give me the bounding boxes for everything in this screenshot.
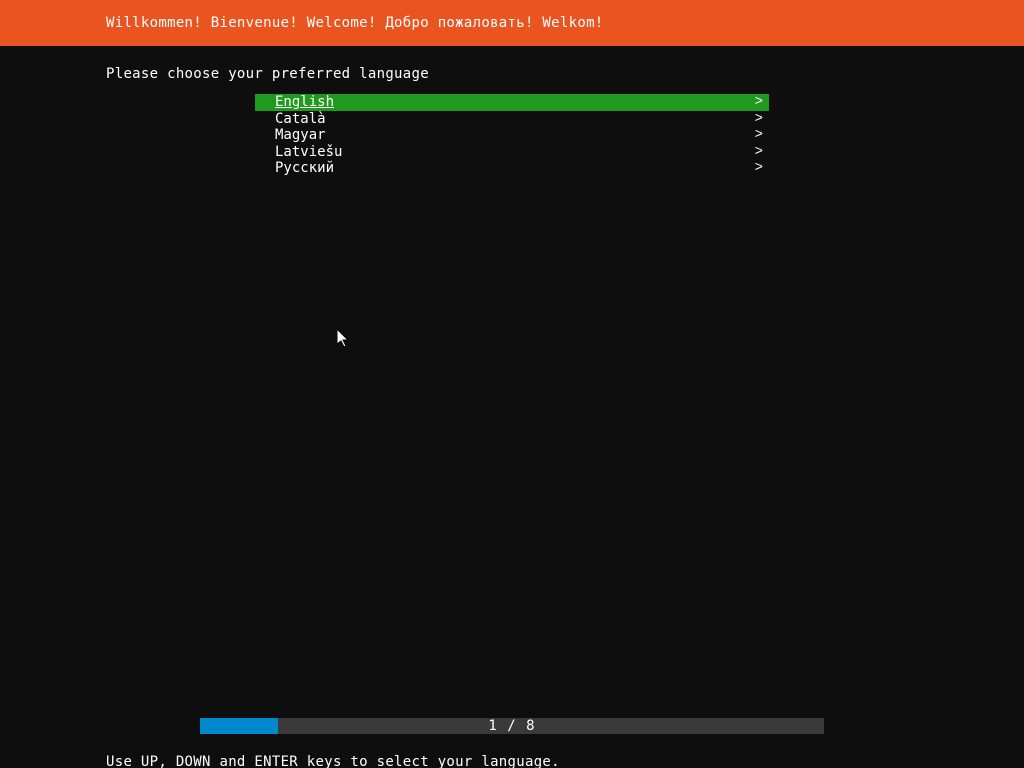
language-label: Latviešu — [275, 144, 342, 161]
chevron-right-icon: > — [755, 127, 763, 144]
language-label: Русский — [275, 160, 334, 177]
cursor-icon — [337, 329, 351, 349]
footer-hint: Use UP, DOWN and ENTER keys to select yo… — [106, 754, 560, 768]
language-item-english[interactable]: English > — [255, 94, 769, 111]
chevron-right-icon: > — [755, 144, 763, 161]
language-label: English — [275, 94, 334, 111]
chevron-right-icon: > — [755, 94, 763, 111]
language-item-catala[interactable]: Català > — [255, 111, 769, 128]
language-item-latviesu[interactable]: Latviešu > — [255, 144, 769, 161]
header-title: Willkommen! Bienvenue! Welcome! Добро по… — [106, 15, 604, 31]
chevron-right-icon: > — [755, 111, 763, 128]
progress-row: 1 / 8 — [0, 718, 1024, 734]
installer-screen: Willkommen! Bienvenue! Welcome! Добро по… — [0, 0, 1024, 768]
language-label: Català — [275, 111, 326, 128]
language-list[interactable]: English > Català > Magyar > Latviešu > Р… — [255, 94, 769, 177]
header-bar: Willkommen! Bienvenue! Welcome! Добро по… — [0, 0, 1024, 46]
chevron-right-icon: > — [755, 160, 763, 177]
language-prompt: Please choose your preferred language — [106, 66, 429, 82]
progress-label: 1 / 8 — [0, 718, 1024, 734]
language-label: Magyar — [275, 127, 326, 144]
language-item-magyar[interactable]: Magyar > — [255, 127, 769, 144]
language-item-russkii[interactable]: Русский > — [255, 160, 769, 177]
